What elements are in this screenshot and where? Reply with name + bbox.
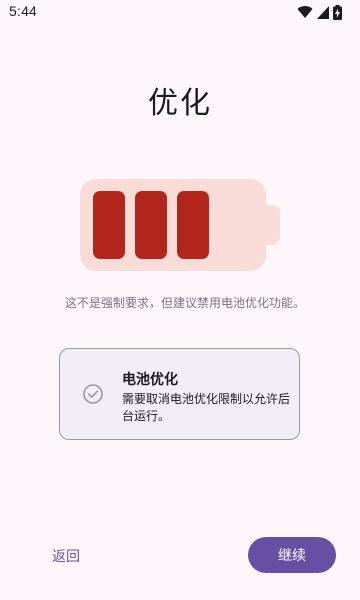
status-time: 5:44: [9, 3, 38, 19]
battery-charging-icon: [333, 4, 342, 20]
battery-optimization-option[interactable]: 电池优化 需要取消电池优化限制以允许后台运行。: [59, 348, 300, 440]
cellular-signal-icon: [317, 5, 329, 19]
battery-icon: [80, 179, 280, 271]
page-title: 优化: [148, 86, 212, 121]
wifi-icon: [297, 5, 313, 19]
status-icons: [297, 4, 342, 20]
battery-cell: [135, 191, 167, 259]
battery-cell: [177, 191, 209, 259]
option-title: 电池优化: [122, 372, 178, 388]
continue-button[interactable]: 继续: [248, 537, 336, 573]
option-description: 需要取消电池优化限制以允许后台运行。: [122, 392, 291, 423]
hint-text: 这不是强制要求，但建议禁用电池优化功能。: [64, 296, 305, 310]
status-bar: 5:44: [0, 0, 360, 24]
battery-cell: [93, 191, 125, 259]
check-circle-icon: [82, 383, 104, 405]
battery-tip: [266, 205, 280, 245]
back-button[interactable]: 返回: [52, 546, 80, 566]
